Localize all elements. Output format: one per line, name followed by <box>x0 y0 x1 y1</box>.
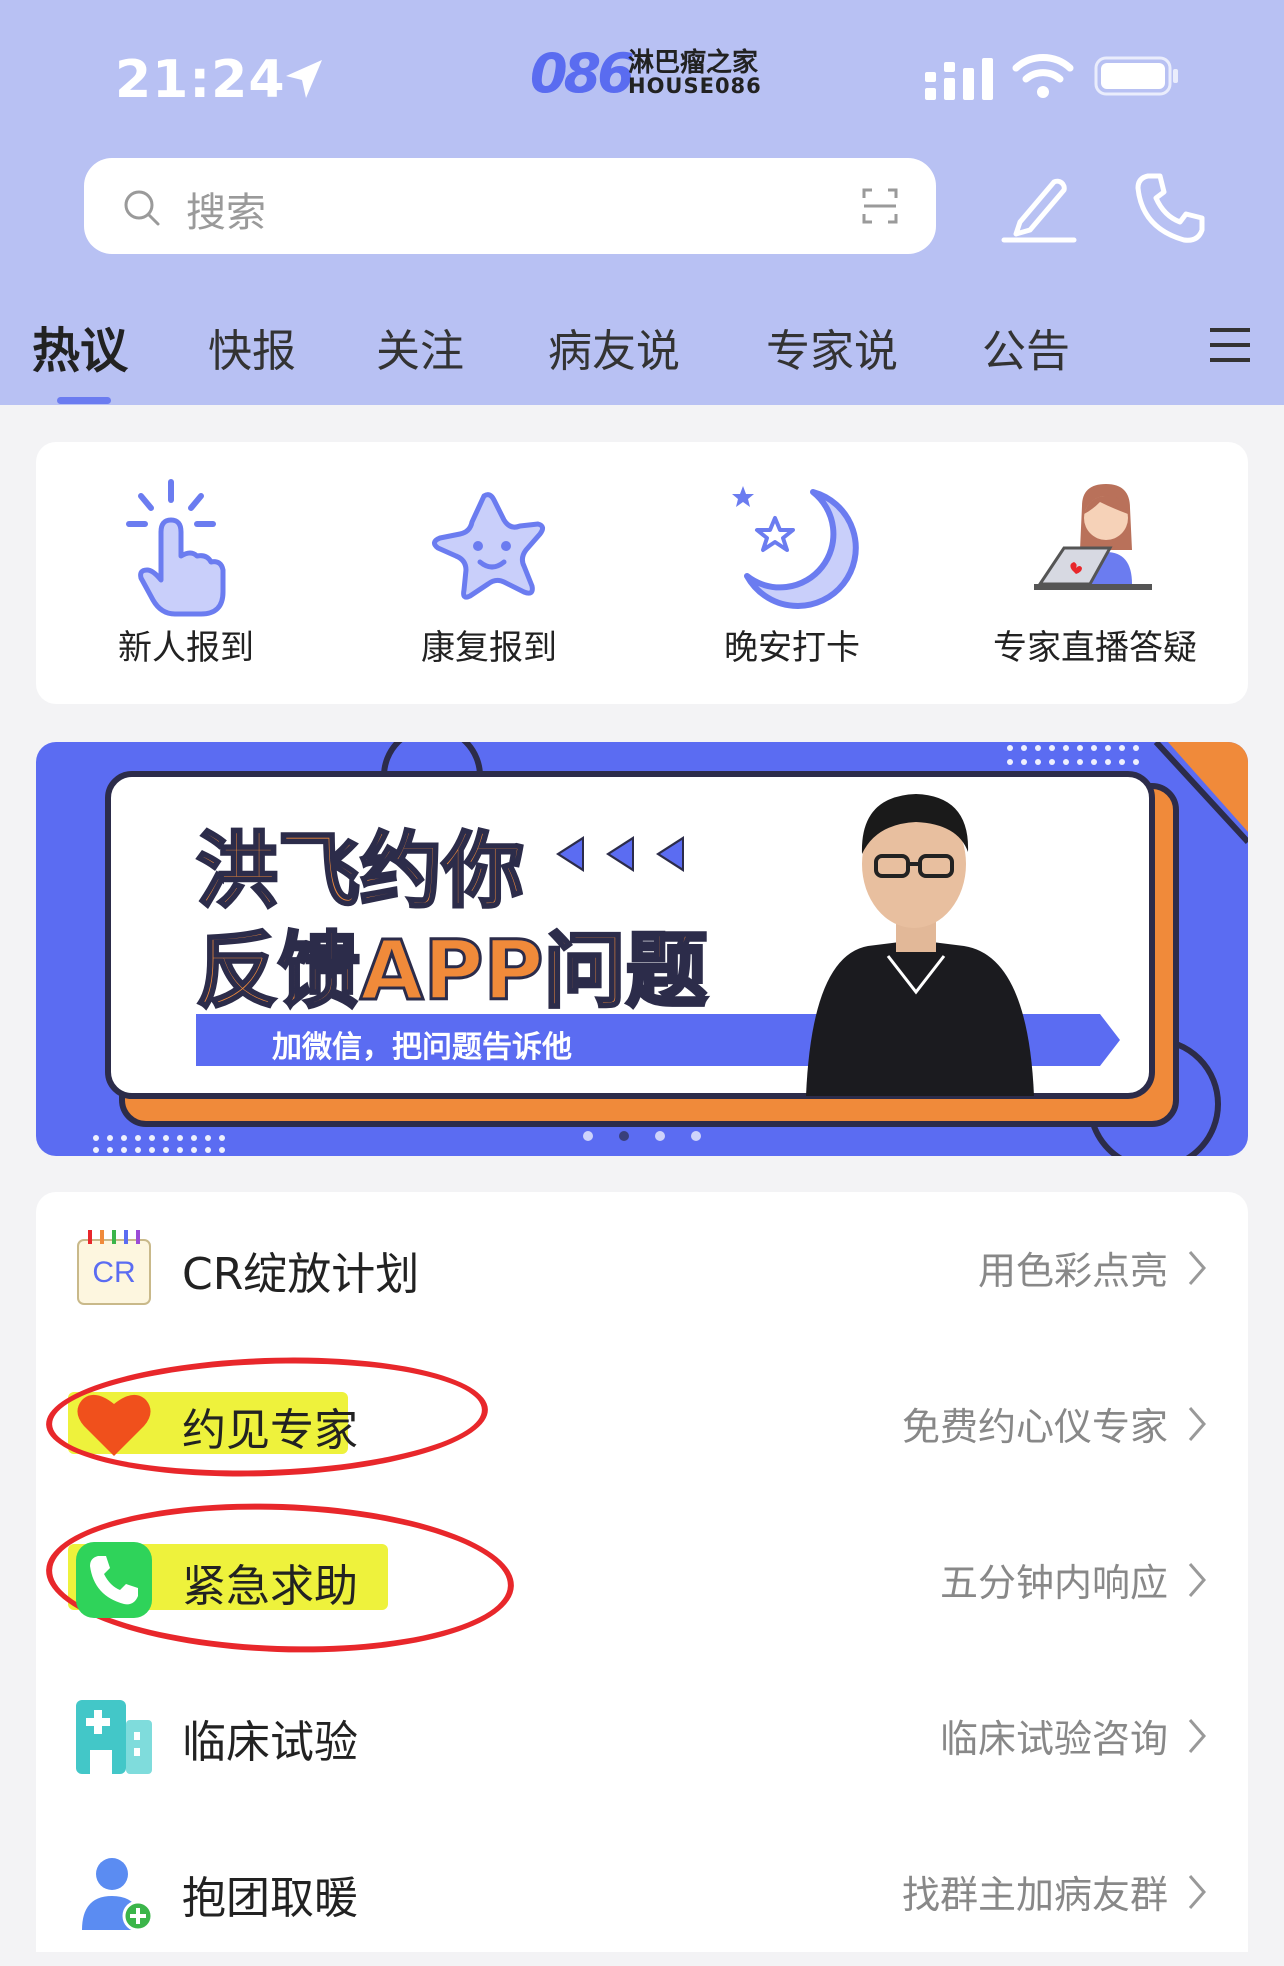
moon-star-icon <box>732 486 859 609</box>
list-row-cr-plan[interactable]: CR CR绽放计划 用色彩点亮 <box>36 1192 1248 1342</box>
row-title: 紧急求助 <box>182 1561 358 1612</box>
search-icon <box>124 190 160 226</box>
chevron-right-icon <box>1188 1251 1206 1285</box>
quick-action-goodnight[interactable]: 晚安打卡 <box>642 442 942 704</box>
phone-icon[interactable] <box>1132 170 1208 246</box>
row-title: 临床试验 <box>182 1717 358 1768</box>
hospital-icon <box>76 1700 152 1774</box>
cr-calendar-icon: CR <box>77 1230 151 1305</box>
tab-news[interactable]: 快报 <box>208 315 296 379</box>
quick-action-expert-live[interactable]: 专家直播答疑 <box>945 442 1245 704</box>
tap-hand-icon <box>126 479 226 617</box>
chevron-right-icon <box>1188 1407 1206 1441</box>
quick-action-recovery[interactable]: 康复报到 <box>339 442 639 704</box>
girl-laptop-icon <box>1034 484 1152 590</box>
row-title: 抱团取暖 <box>182 1873 358 1924</box>
wifi-icon <box>1012 54 1074 98</box>
row-title: 约见专家 <box>182 1405 358 1456</box>
tab-hot[interactable]: 热议 <box>32 311 128 381</box>
add-user-icon <box>82 1858 154 1932</box>
quick-actions: 新人报到 康复报到 晚安打卡 专家直播答疑 <box>36 442 1248 704</box>
active-tab-indicator <box>57 397 111 404</box>
tab-notices[interactable]: 公告 <box>982 315 1070 379</box>
tab-follow[interactable]: 关注 <box>376 315 464 379</box>
row-subtitle: 临床试验咨询 <box>939 1717 1168 1761</box>
promo-banner[interactable]: 洪飞约你 反馈APP问题 加微信，把问题告诉他 <box>36 742 1248 1156</box>
heart-icon <box>77 1394 151 1456</box>
list-row-group-support[interactable]: 抱团取暖 找群主加病友群 <box>36 1816 1248 1966</box>
app-header: 21:24 086 淋巴瘤之家 HOUSE086 搜索 热议 快报 关注 病友说… <box>0 0 1284 405</box>
tab-experts[interactable]: 专家说 <box>766 315 898 379</box>
search-placeholder: 搜索 <box>186 190 266 236</box>
quick-action-newcomer[interactable]: 新人报到 <box>36 442 336 704</box>
quick-action-label: 新人报到 <box>118 628 254 668</box>
location-arrow-icon <box>286 60 322 98</box>
star-face-icon <box>432 492 546 600</box>
logo-number: 086 <box>530 42 635 105</box>
list-row-clinical-trial[interactable]: 临床试验 临床试验咨询 <box>36 1660 1248 1810</box>
tab-bar: 热议 快报 关注 病友说 专家说 公告 <box>0 305 1284 405</box>
status-time: 21:24 <box>115 50 286 110</box>
logo-name-en: HOUSE086 <box>628 74 762 98</box>
tab-patients[interactable]: 病友说 <box>548 315 680 379</box>
status-bar: 21:24 086 淋巴瘤之家 HOUSE086 <box>0 40 1284 120</box>
battery-icon <box>1094 56 1178 96</box>
svg-text:CR: CR <box>92 1256 135 1289</box>
banner-title-line2: 反馈APP问题 <box>195 923 710 1021</box>
list-row-meet-expert[interactable]: 约见专家 免费约心仪专家 <box>36 1348 1248 1498</box>
banner-subtitle: 加微信，把问题告诉他 <box>272 1030 572 1065</box>
chevron-right-icon <box>1188 1563 1206 1597</box>
chevron-right-icon <box>1188 1719 1206 1753</box>
chevron-right-icon <box>1188 1875 1206 1909</box>
row-subtitle: 用色彩点亮 <box>977 1249 1168 1293</box>
list-row-emergency[interactable]: 紧急求助 五分钟内响应 <box>36 1495 1248 1661</box>
quick-action-label: 专家直播答疑 <box>993 628 1197 668</box>
quick-action-label: 晚安打卡 <box>724 628 860 668</box>
row-subtitle: 免费约心仪专家 <box>901 1405 1168 1449</box>
row-subtitle: 五分钟内响应 <box>939 1561 1168 1605</box>
app-logo: 086 淋巴瘤之家 HOUSE086 <box>530 42 762 105</box>
feature-list: CR CR绽放计划 用色彩点亮 约见专家 免费约心仪专家 紧急求助 五分钟内响应 <box>36 1192 1248 1952</box>
cellular-signal-icon <box>925 58 993 100</box>
phone-icon <box>76 1542 152 1618</box>
edit-post-icon[interactable] <box>998 172 1078 244</box>
scan-icon[interactable] <box>862 188 898 224</box>
row-title: CR绽放计划 <box>182 1249 420 1300</box>
quick-action-label: 康复报到 <box>421 628 557 668</box>
row-subtitle: 找群主加病友群 <box>901 1873 1168 1917</box>
search-bar[interactable]: 搜索 <box>84 158 936 254</box>
menu-icon[interactable] <box>1208 325 1252 365</box>
